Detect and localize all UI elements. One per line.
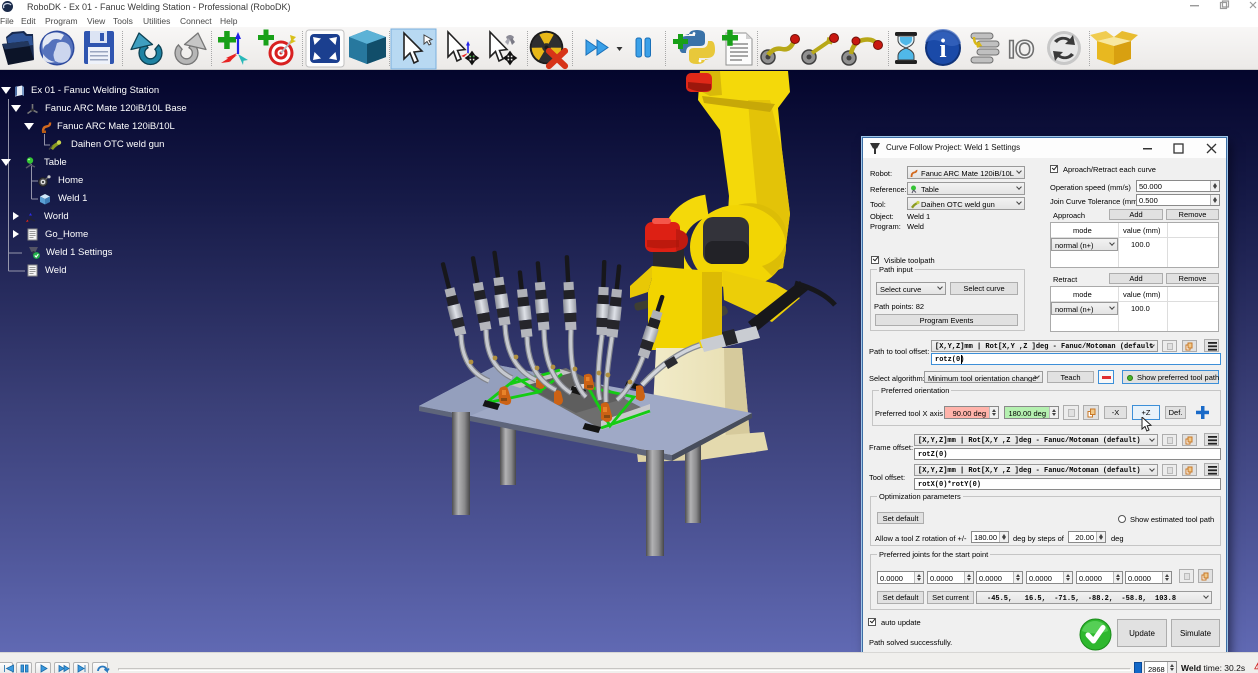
svg-text:IO: IO [1008, 36, 1034, 64]
svg-text:i: i [939, 34, 946, 63]
